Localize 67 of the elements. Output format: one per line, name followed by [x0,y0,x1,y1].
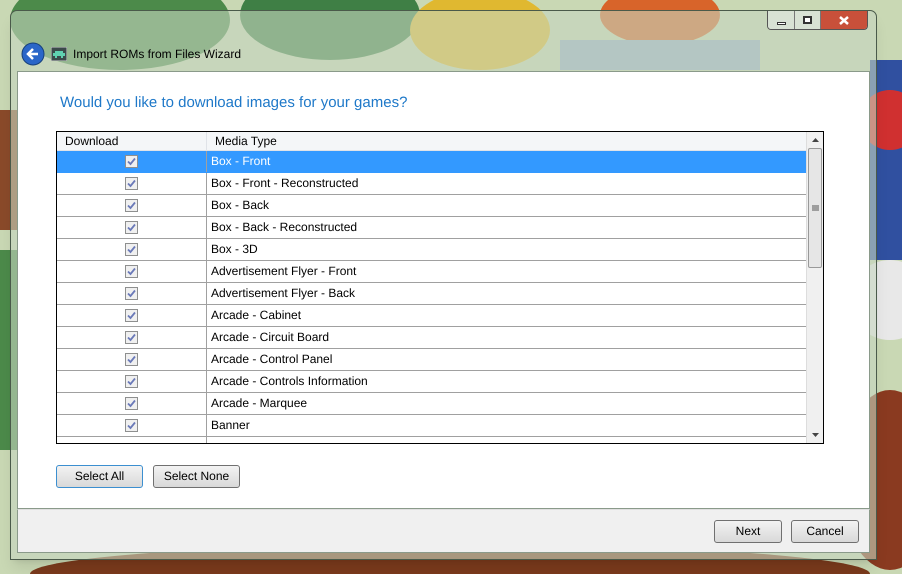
checkmark-icon [127,156,136,166]
table-row[interactable]: Advertisement Flyer - Back [57,282,806,304]
checkmark-icon [127,332,136,342]
table-cell-text: Arcade - Marquee [210,395,308,412]
window-title: Import ROMs from Files Wizard [73,46,242,63]
column-header[interactable]: Media Type [207,132,806,150]
grip-icon [812,204,818,210]
table-row[interactable]: Box - Back - Reconstructed [57,216,806,238]
checkmark-icon [127,310,136,320]
table-row[interactable]: Arcade - Cabinet [57,304,806,326]
checkbox[interactable] [125,396,138,410]
checkmark-icon [127,398,136,408]
checkbox[interactable] [125,330,138,344]
table-row[interactable]: Box - Back [57,194,806,216]
checkbox[interactable] [125,220,138,234]
invader-icon [51,47,67,61]
wizard-button[interactable]: Cancel [791,520,859,542]
table-row[interactable]: Arcade - Circuit Board [57,326,806,348]
scrollbar[interactable] [806,132,823,442]
select-button[interactable]: Select All [56,464,143,488]
checkmark-icon [127,354,136,364]
checkbox[interactable] [125,242,138,256]
table-cell-text: Arcade - Controls Information [210,373,369,390]
table-cell-text: Advertisement Flyer - Back [210,285,356,302]
page-heading: Would you like to download images for your games? [60,93,408,113]
table-row[interactable]: Advertisement Flyer - Front [57,260,806,282]
checkbox[interactable] [125,198,138,212]
checkbox[interactable] [125,308,138,322]
checkmark-icon [127,288,136,298]
checkbox[interactable] [125,154,138,168]
maximize-button[interactable] [795,11,821,29]
checkbox[interactable] [125,286,138,300]
table-row[interactable]: Arcade - Controls Information [57,370,806,392]
column-header[interactable]: Download [57,132,207,150]
checkmark-icon [127,266,136,276]
table-row[interactable]: Box - Front - Reconstructed [57,172,806,194]
checkbox[interactable] [125,352,138,366]
checkmark-icon [127,376,136,386]
checkbox[interactable] [125,418,138,432]
table-cell-text: Arcade - Control Panel [210,351,334,368]
checkbox[interactable] [125,374,138,388]
checkbox[interactable] [125,176,138,190]
checkmark-icon [127,200,136,210]
wizard-button[interactable]: Next [714,520,782,542]
table-cell-text: Box - Front [210,153,272,170]
checkmark-icon [127,244,136,254]
checkmark-icon [127,222,136,232]
close-icon [839,16,849,24]
table-cell-text: Box - 3D [210,241,259,258]
table-row[interactable]: Banner [57,414,806,436]
table-row[interactable]: Arcade - Control Panel [57,348,806,370]
table-cell-text: Advertisement Flyer - Front [210,263,358,280]
scroll-thumb[interactable] [808,148,822,268]
checkbox[interactable] [125,264,138,278]
table-cell-text: Box - Back - Reconstructed [210,219,358,236]
table-cell-text: Box - Front - Reconstructed [210,175,360,192]
table-row[interactable]: Box - 3D [57,238,806,260]
select-button[interactable]: Select None [153,464,240,488]
table-cell-text: Banner [210,417,251,434]
table-cell-text: Box - Back [210,197,270,214]
minimize-button[interactable] [768,11,795,29]
table-row[interactable]: Arcade - Marquee [57,392,806,414]
checkmark-icon [127,178,136,188]
close-button[interactable] [821,11,867,29]
table-cell-text: Arcade - Circuit Board [210,329,330,346]
checkmark-icon [127,420,136,430]
table-cell-text: Arcade - Cabinet [210,307,302,324]
